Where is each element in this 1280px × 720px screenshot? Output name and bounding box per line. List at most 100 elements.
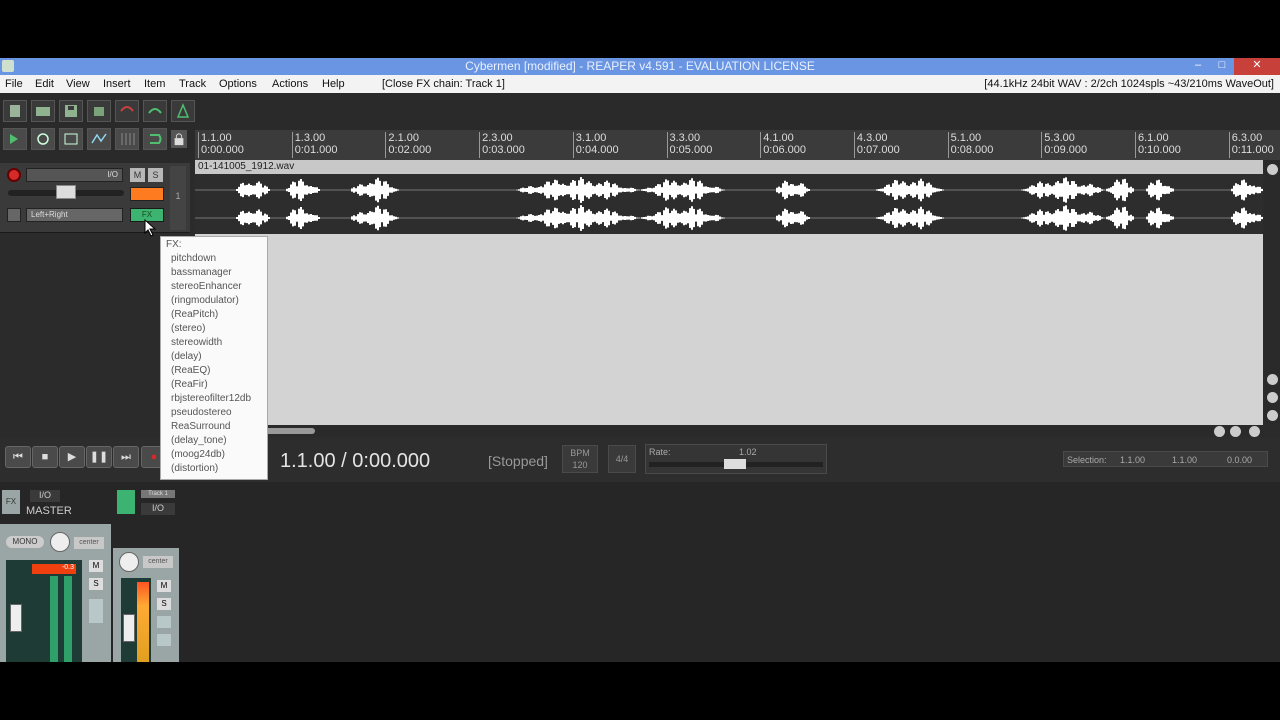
selection-display[interactable]: Selection: 1.1.00 1.1.00 0.0.00	[1063, 451, 1268, 467]
timeline-ruler[interactable]: 1.1.00 0:00.000 1.3.00 0:01.000 2.1.00 0:02.0…	[195, 130, 1280, 160]
fx-menu-item[interactable]: ReaSurround	[171, 421, 230, 432]
fx-menu-item[interactable]: (ringmodulator)	[171, 295, 239, 306]
playrate-control[interactable]: Rate: 1.02	[645, 444, 827, 474]
save-icon	[65, 105, 77, 117]
master-pan-knob[interactable]	[50, 532, 70, 552]
pause-button[interactable]: ❚❚	[86, 446, 112, 468]
track-mute-button[interactable]: M	[130, 168, 145, 182]
fx-menu-item[interactable]: stereowidth	[171, 337, 222, 348]
menu-view[interactable]: View	[66, 78, 90, 90]
undo-button[interactable]	[115, 100, 139, 122]
fx-menu-item[interactable]: (moog24db)	[171, 449, 225, 460]
master-io-button[interactable]: I/O	[30, 490, 60, 502]
metronome-button[interactable]	[171, 100, 195, 122]
track-mixer-name[interactable]: Track 1	[141, 490, 175, 498]
track-phase-button[interactable]	[130, 187, 164, 201]
master-fader-handle[interactable]	[10, 604, 22, 632]
fx-menu-item[interactable]: (ReaPitch)	[171, 309, 218, 320]
new-project-button[interactable]	[3, 100, 27, 122]
ruler-bar-label: 5.3.00	[1044, 132, 1075, 144]
minimize-button[interactable]: –	[1186, 58, 1210, 75]
bpm-display[interactable]: BPM 120	[562, 445, 598, 473]
item-grouping-button[interactable]	[59, 128, 83, 150]
fx-menu-item[interactable]: (delay_tone)	[171, 435, 227, 446]
menu-item[interactable]: Item	[144, 78, 165, 90]
maximize-button[interactable]: □	[1210, 58, 1234, 75]
grid-snap-icon	[10, 134, 18, 144]
fx-menu-item[interactable]: (delay)	[171, 351, 202, 362]
stop-button[interactable]: ■	[32, 446, 58, 468]
project-settings-button[interactable]	[87, 100, 111, 122]
track-volume-handle[interactable]	[56, 185, 76, 199]
track-mixer-io-button[interactable]: I/O	[141, 503, 175, 515]
time-position-display[interactable]: 1.1.00 / 0:00.000	[280, 450, 430, 473]
fx-menu-item[interactable]: (stereo)	[171, 323, 205, 334]
track-mixer-routing-button[interactable]	[157, 616, 171, 628]
menu-track[interactable]: Track	[179, 78, 206, 90]
audio-device-status[interactable]: [44.1kHz 24bit WAV : 2/2ch 1024spls ~43/…	[984, 78, 1274, 90]
scroll-up-icon[interactable]	[1267, 164, 1278, 175]
media-item-name[interactable]: 01-141005_1912.wav	[195, 160, 1263, 174]
zoom-reset-icon[interactable]	[1249, 426, 1260, 437]
zoom-out-vertical-icon[interactable]	[1267, 392, 1278, 403]
fx-menu-item[interactable]: rbjstereofilter12db	[171, 393, 251, 404]
menu-insert[interactable]: Insert	[103, 78, 131, 90]
selection-length[interactable]: 0.0.00	[1227, 455, 1252, 465]
master-routing-button[interactable]	[89, 599, 103, 623]
track-solo-button[interactable]: S	[148, 168, 163, 182]
track-name-field[interactable]: I/O	[26, 168, 123, 182]
vertical-scrollbar[interactable]	[1265, 160, 1280, 425]
redo-button[interactable]	[143, 100, 167, 122]
fx-menu-item[interactable]: pitchdown	[171, 253, 216, 264]
grid-lines-button[interactable]	[115, 128, 139, 150]
open-project-button[interactable]	[31, 100, 55, 122]
zoom-in-horizontal-icon[interactable]	[1230, 426, 1241, 437]
mouse-cursor-icon	[144, 219, 157, 237]
track-fader-handle[interactable]	[123, 614, 135, 642]
rate-slider-handle[interactable]	[724, 459, 746, 469]
master-solo-button[interactable]: S	[89, 578, 103, 590]
scroll-down-icon[interactable]	[1267, 410, 1278, 421]
menu-help[interactable]: Help	[322, 78, 345, 90]
fx-menu-item[interactable]: pseudostereo	[171, 407, 232, 418]
track-mixer-solo-button[interactable]: S	[157, 598, 171, 610]
selection-end[interactable]: 1.1.00	[1172, 455, 1197, 465]
zoom-in-vertical-icon[interactable]	[1267, 374, 1278, 385]
fx-menu-header: FX:	[166, 239, 182, 250]
track-mixer-envelope-button[interactable]	[157, 634, 171, 646]
track-mixer-fx-button[interactable]	[117, 490, 135, 514]
envelope-lock-button[interactable]	[87, 128, 111, 150]
track-mixer-mute-button[interactable]: M	[157, 580, 171, 592]
close-button[interactable]: ✕	[1234, 58, 1280, 75]
fx-menu-item[interactable]: bassmanager	[171, 267, 232, 278]
arrange-view[interactable]: 01-141005_1912.wav	[195, 160, 1263, 425]
menu-actions[interactable]: Actions	[272, 78, 308, 90]
horizontal-scrollbar[interactable]	[195, 426, 1263, 436]
master-mute-button[interactable]: M	[89, 560, 103, 572]
ripple-edit-button[interactable]	[31, 128, 55, 150]
track-pan-field[interactable]: Left+Right	[26, 208, 123, 222]
menu-options[interactable]: Options	[219, 78, 257, 90]
menu-file[interactable]: File	[5, 78, 23, 90]
grid-snap-button[interactable]	[3, 128, 27, 150]
lock-button[interactable]	[171, 130, 187, 148]
save-project-button[interactable]	[59, 100, 83, 122]
fx-menu-item[interactable]: (ReaEQ)	[171, 365, 210, 376]
fx-menu-item[interactable]: (ReaFir)	[171, 379, 208, 390]
fx-menu-item[interactable]: (distortion)	[171, 463, 218, 474]
track-pan-knob[interactable]	[119, 552, 139, 572]
fx-menu-item[interactable]: stereoEnhancer	[171, 281, 242, 292]
loop-button[interactable]	[143, 128, 167, 150]
go-to-start-button[interactable]: ⏮	[5, 446, 31, 468]
selection-start[interactable]: 1.1.00	[1120, 455, 1145, 465]
media-item-waveform[interactable]	[195, 174, 1263, 234]
menu-edit[interactable]: Edit	[35, 78, 54, 90]
time-signature-display[interactable]: 4/4	[608, 445, 636, 473]
go-to-end-button[interactable]: ⏭	[113, 446, 139, 468]
play-button[interactable]: ▶	[59, 446, 85, 468]
envelope-button[interactable]	[7, 208, 21, 222]
record-arm-button[interactable]	[7, 168, 21, 182]
master-fx-button[interactable]: FX	[2, 490, 20, 514]
master-mono-button[interactable]: MONO	[6, 536, 44, 548]
zoom-out-horizontal-icon[interactable]	[1214, 426, 1225, 437]
